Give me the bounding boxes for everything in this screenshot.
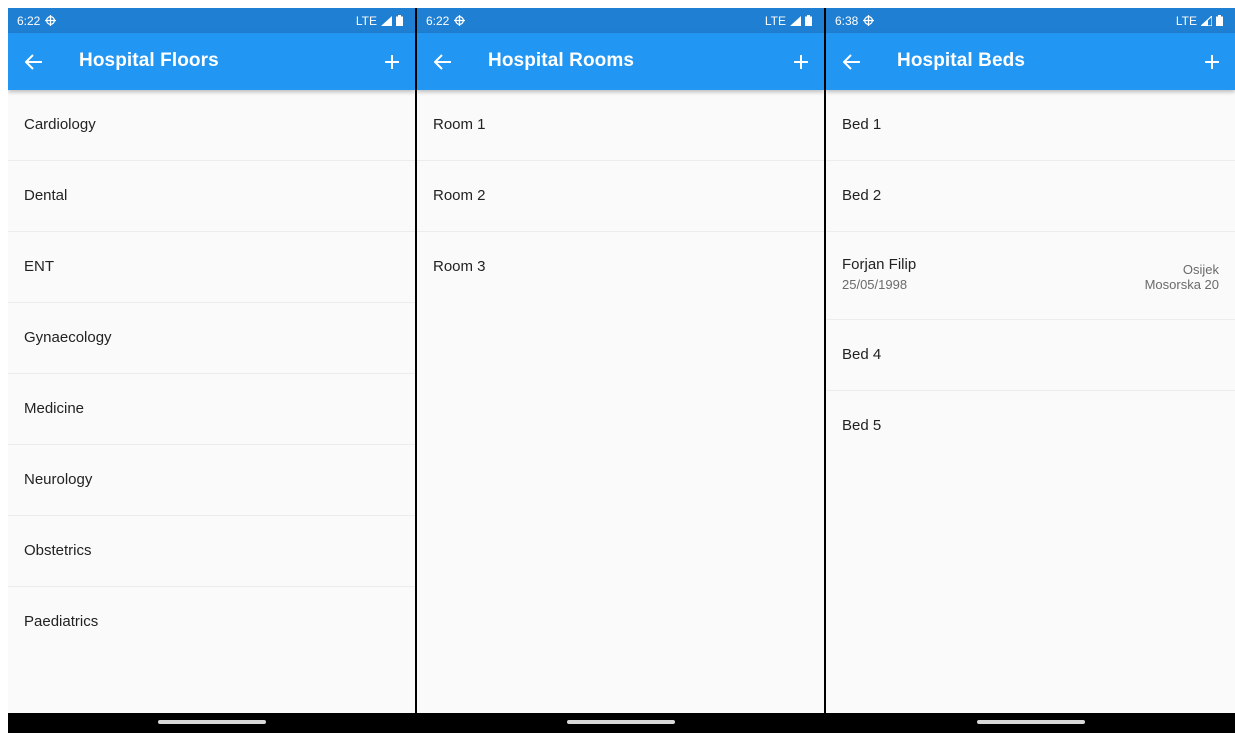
phone-screen-floors: 6:22 LTE Hospital Floors Cardiology Dent…	[8, 8, 415, 733]
list-item[interactable]: Cardiology	[8, 90, 415, 161]
list-item[interactable]: Bed 1	[826, 90, 1235, 161]
gps-icon	[45, 15, 57, 26]
navigation-bar	[8, 713, 415, 733]
status-left: 6:38	[835, 13, 875, 28]
list-item-label: Bed 1	[842, 116, 882, 133]
arrow-left-icon	[25, 54, 42, 70]
list-item-label: Bed 2	[842, 187, 882, 204]
home-gesture-handle[interactable]	[976, 720, 1085, 724]
add-button[interactable]	[379, 49, 405, 75]
back-button[interactable]	[21, 49, 47, 75]
patient-name: Forjan Filip	[842, 256, 917, 273]
app-bar: Hospital Rooms	[417, 33, 824, 90]
plus-icon	[794, 55, 808, 69]
list-item[interactable]: Room 3	[417, 232, 824, 303]
back-button[interactable]	[430, 49, 456, 75]
list-item[interactable]: ENT	[8, 232, 415, 303]
status-network: LTE	[764, 13, 786, 28]
add-button[interactable]	[1199, 49, 1225, 75]
gps-icon	[863, 15, 875, 26]
phone-screen-beds: 6:38 LTE Hospital Beds Bed 1 Bed 2 Forja…	[826, 8, 1235, 733]
list-item-label: Bed 5	[842, 417, 882, 434]
list-item-label: Gynaecology	[24, 329, 112, 346]
list-item[interactable]: Bed 2	[826, 161, 1235, 232]
status-time: 6:22	[426, 13, 450, 28]
arrow-left-icon	[843, 54, 860, 70]
list-item-label: ENT	[24, 258, 54, 275]
plus-icon	[1205, 55, 1219, 69]
list-item[interactable]: Room 1	[417, 90, 824, 161]
screenshot-stage: 6:22 LTE Hospital Floors Cardiology Dent…	[0, 0, 1235, 733]
battery-icon	[1216, 15, 1223, 26]
list-item[interactable]: Neurology	[8, 445, 415, 516]
status-network: LTE	[355, 13, 377, 28]
list-item-label: Neurology	[24, 471, 93, 488]
status-left: 6:22	[426, 13, 466, 28]
add-button[interactable]	[788, 49, 814, 75]
list-item[interactable]: Paediatrics	[8, 587, 415, 658]
list-item[interactable]: Room 2	[417, 161, 824, 232]
signal-icon	[790, 15, 801, 26]
list-item[interactable]: Dental	[8, 161, 415, 232]
status-time: 6:38	[835, 13, 859, 28]
list-item-occupied-bed[interactable]: Forjan Filip 25/05/1998 Osijek Mosorska …	[826, 232, 1235, 320]
signal-icon	[1201, 15, 1212, 26]
list-item-label: Obstetrics	[24, 542, 92, 559]
page-title: Hospital Beds	[897, 50, 1025, 71]
page-title: Hospital Floors	[79, 50, 219, 71]
status-left: 6:22	[17, 13, 57, 28]
list-item-label: Room 1	[433, 116, 486, 133]
patient-birth-date: 25/05/1998	[842, 277, 908, 292]
battery-icon	[396, 15, 403, 26]
bed-list: Bed 1 Bed 2 Forjan Filip 25/05/1998 Osij…	[826, 90, 1235, 713]
phone-screen-rooms: 6:22 LTE Hospital Rooms Room 1 Room 2 Ro…	[417, 8, 824, 733]
list-item[interactable]: Bed 4	[826, 320, 1235, 391]
list-item[interactable]: Gynaecology	[8, 303, 415, 374]
status-right: LTE	[1176, 14, 1223, 28]
list-item[interactable]: Medicine	[8, 374, 415, 445]
home-gesture-handle[interactable]	[157, 720, 266, 724]
screen-divider	[415, 8, 417, 733]
floor-list: Cardiology Dental ENT Gynaecology Medici…	[8, 90, 415, 713]
back-button[interactable]	[839, 49, 865, 75]
gps-icon	[454, 15, 466, 26]
app-bar: Hospital Floors	[8, 33, 415, 90]
status-network: LTE	[1175, 13, 1197, 28]
status-bar: 6:22 LTE	[417, 8, 824, 33]
patient-city: Osijek	[1182, 262, 1219, 277]
list-item-label: Medicine	[24, 400, 85, 417]
list-item-label: Paediatrics	[24, 613, 99, 630]
plus-icon	[385, 55, 399, 69]
app-bar: Hospital Beds	[826, 33, 1235, 90]
list-item-label: Room 3	[433, 258, 486, 275]
screen-divider	[824, 8, 826, 733]
status-right: LTE	[765, 14, 812, 28]
home-gesture-handle[interactable]	[566, 720, 675, 724]
signal-icon	[381, 15, 392, 26]
room-list: Room 1 Room 2 Room 3	[417, 90, 824, 713]
list-item[interactable]: Bed 5	[826, 391, 1235, 462]
battery-icon	[805, 15, 812, 26]
list-item-label: Bed 4	[842, 346, 882, 363]
status-bar: 6:22 LTE	[8, 8, 415, 33]
arrow-left-icon	[434, 54, 451, 70]
list-item-label: Cardiology	[24, 116, 96, 133]
patient-address: Mosorska 20	[1144, 277, 1219, 292]
list-item[interactable]: Obstetrics	[8, 516, 415, 587]
status-time: 6:22	[17, 13, 41, 28]
list-item-label: Dental	[24, 187, 68, 204]
page-title: Hospital Rooms	[488, 50, 635, 71]
status-right: LTE	[356, 14, 403, 28]
navigation-bar	[826, 713, 1235, 733]
navigation-bar	[417, 713, 824, 733]
list-item-label: Room 2	[433, 187, 486, 204]
status-bar: 6:38 LTE	[826, 8, 1235, 33]
